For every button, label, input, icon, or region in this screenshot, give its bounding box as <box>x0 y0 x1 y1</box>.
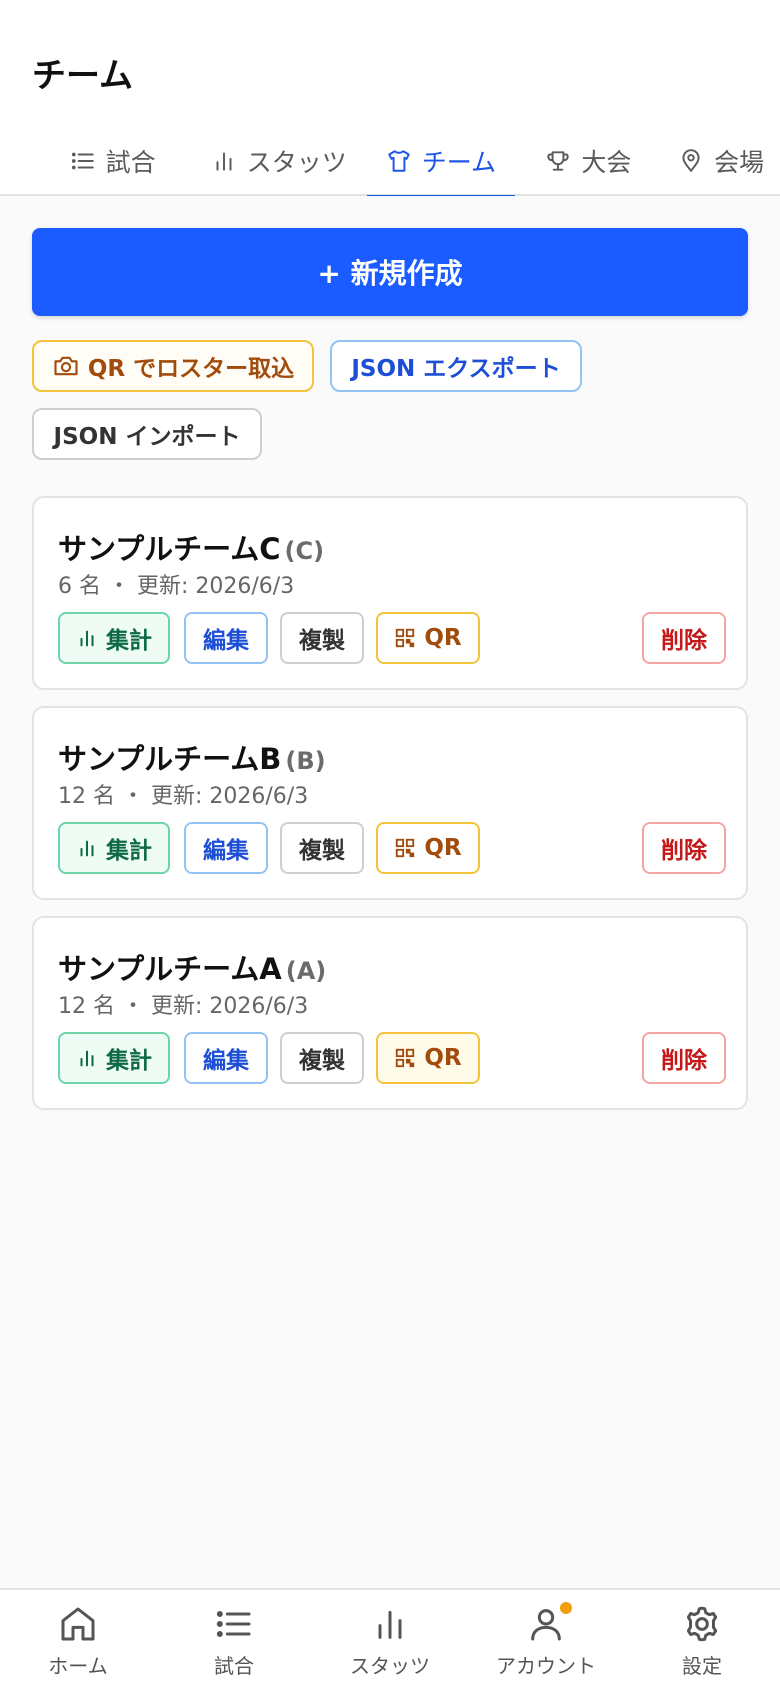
qr-code-icon <box>396 628 415 648</box>
tab-matches[interactable]: 試合 <box>35 126 190 196</box>
bar-chart-icon <box>80 1050 94 1067</box>
nav-stats[interactable]: スタッツ <box>312 1590 468 1688</box>
team-name-text: サンプルチームA <box>58 952 282 986</box>
team-card: サンプルチームC (C) 6 名 ・ 更新: 2026/6/3 集計 編集 複製 … <box>32 496 748 690</box>
tab-label: 会場 <box>714 148 765 177</box>
nav-account[interactable]: アカウント <box>468 1590 624 1688</box>
edit-button[interactable]: 編集 <box>184 822 268 874</box>
delete-button[interactable]: 削除 <box>642 1032 726 1084</box>
team-actions: 集計 編集 複製 QR 削除 <box>58 1032 726 1084</box>
edit-button[interactable]: 編集 <box>184 612 268 664</box>
qr-code-icon <box>396 838 415 858</box>
json-import-button[interactable]: JSON インポート <box>32 408 262 460</box>
qr-button[interactable]: QR <box>376 612 480 664</box>
nav-home[interactable]: ホーム <box>0 1590 156 1688</box>
page-title: チーム <box>32 56 133 96</box>
tab-teams[interactable]: チーム <box>367 126 515 196</box>
tab-stats[interactable]: スタッツ <box>200 126 357 196</box>
notification-badge <box>560 1602 572 1614</box>
stats-button[interactable]: 集計 <box>58 612 170 664</box>
team-code: (A) <box>285 957 327 985</box>
tab-label: 試合 <box>105 148 156 177</box>
gear-icon <box>686 1606 718 1642</box>
bottom-nav: ホーム 試合 スタッツ アカウント 設定 <box>0 1588 780 1688</box>
stats-label: 集計 <box>106 628 152 654</box>
nav-label: アカウント <box>496 1654 596 1678</box>
bar-chart-icon <box>80 630 94 647</box>
stats-label: 集計 <box>106 1048 152 1074</box>
create-team-button[interactable]: + 新規作成 <box>32 228 748 316</box>
nav-label: 試合 <box>214 1654 254 1678</box>
nav-label: スタッツ <box>350 1654 430 1678</box>
tab-tournaments[interactable]: 大会 <box>525 126 653 196</box>
team-name: サンプルチームB (B) <box>58 736 326 778</box>
team-meta: 12 名 ・ 更新: 2026/6/3 <box>58 994 309 1019</box>
bar-chart-icon <box>80 840 94 857</box>
qr-label: QR <box>424 835 462 861</box>
qr-roster-import-button[interactable]: QR でロスター取込 <box>32 340 314 392</box>
team-name-text: サンプルチームB <box>58 742 282 776</box>
map-pin-icon <box>682 149 700 173</box>
delete-button[interactable]: 削除 <box>642 612 726 664</box>
duplicate-button[interactable]: 複製 <box>280 822 364 874</box>
tab-label: チーム <box>421 148 497 177</box>
team-meta: 12 名 ・ 更新: 2026/6/3 <box>58 784 309 809</box>
edit-button[interactable]: 編集 <box>184 1032 268 1084</box>
camera-icon <box>54 356 78 376</box>
bar-chart-icon <box>378 1610 402 1639</box>
team-actions: 集計 編集 複製 QR 削除 <box>58 612 726 664</box>
nav-settings[interactable]: 設定 <box>624 1590 780 1688</box>
team-name-text: サンプルチームC <box>58 532 281 566</box>
delete-button[interactable]: 削除 <box>642 822 726 874</box>
home-icon <box>61 1607 95 1641</box>
nav-matches[interactable]: 試合 <box>156 1590 312 1688</box>
qr-button[interactable]: QR <box>376 1032 480 1084</box>
team-actions: 集計 編集 複製 QR 削除 <box>58 822 726 874</box>
tab-venues[interactable]: 会場 <box>662 126 780 196</box>
tab-label: 大会 <box>581 148 632 177</box>
team-card: サンプルチームA (A) 12 名 ・ 更新: 2026/6/3 集計 編集 複製… <box>32 916 748 1110</box>
trophy-icon <box>547 151 569 171</box>
list-icon <box>216 1610 251 1638</box>
duplicate-button[interactable]: 複製 <box>280 1032 364 1084</box>
json-export-button[interactable]: JSON エクスポート <box>330 340 582 392</box>
bar-chart-icon <box>216 152 232 171</box>
nav-label: ホーム <box>48 1654 108 1678</box>
stats-label: 集計 <box>106 838 152 864</box>
stats-button[interactable]: 集計 <box>58 1032 170 1084</box>
nav-label: 設定 <box>682 1654 722 1678</box>
tab-label: スタッツ <box>246 148 347 177</box>
team-meta: 6 名 ・ 更新: 2026/6/3 <box>58 574 295 599</box>
stats-button[interactable]: 集計 <box>58 822 170 874</box>
qr-label: QR <box>424 625 462 651</box>
team-code: (C) <box>284 537 325 565</box>
shirt-icon <box>388 150 410 172</box>
qr-code-icon <box>396 1048 415 1068</box>
team-name: サンプルチームA (A) <box>58 946 326 988</box>
team-name: サンプルチームC (C) <box>58 526 324 568</box>
team-card: サンプルチームB (B) 12 名 ・ 更新: 2026/6/3 集計 編集 複製… <box>32 706 748 900</box>
tab-bar: 試合 スタッツ チーム 大会 会場 <box>0 126 780 196</box>
qr-roster-import-label: QR でロスター取込 <box>87 356 295 382</box>
duplicate-button[interactable]: 複製 <box>280 612 364 664</box>
app-header: チーム 試合 スタッツ チーム 大会 会場 <box>0 0 780 196</box>
list-icon <box>71 152 94 170</box>
team-code: (B) <box>285 747 326 775</box>
qr-label: QR <box>424 1045 462 1071</box>
qr-button[interactable]: QR <box>376 822 480 874</box>
